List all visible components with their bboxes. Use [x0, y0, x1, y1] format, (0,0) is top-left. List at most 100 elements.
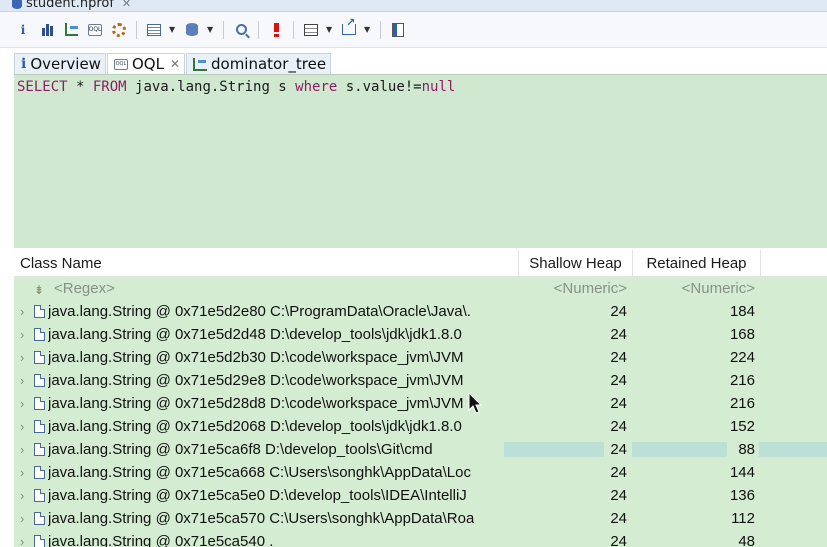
table-row[interactable]: › java.lang.String @ 0x71e5d28d8 D:\code\… [14, 392, 827, 415]
object-label: java.lang.String @ 0x71e5d2e80 C:\Progra… [48, 303, 471, 320]
filter-icon: ⇟ [34, 282, 45, 297]
export-icon[interactable] [340, 16, 358, 39]
toolbar-separator [293, 20, 294, 39]
object-icon [34, 351, 45, 364]
shallow-heap-cell: 24 [610, 349, 627, 366]
object-label: java.lang.String @ 0x71e5d29e8 D:\code\w… [48, 372, 464, 389]
object-icon [34, 535, 45, 547]
close-icon[interactable]: ✕ [170, 57, 180, 71]
retained-heap-cell: 48 [738, 533, 755, 547]
class-name-filter[interactable]: ⇟ <Regex> [14, 277, 519, 300]
dominator-tree-icon[interactable] [62, 21, 80, 39]
expand-chevron-icon[interactable]: › [20, 511, 34, 526]
table-row[interactable]: › java.lang.String @ 0x71e5d2b30 D:\code\… [14, 346, 827, 369]
info-icon[interactable]: i [14, 21, 32, 39]
expand-chevron-icon[interactable]: › [20, 442, 34, 457]
gear-icon[interactable] [110, 21, 128, 39]
oql-icon[interactable]: OQL [86, 21, 104, 39]
toolbar: i OQL ▼ ▼ ▼ ▼ [0, 12, 827, 48]
selection-highlight [504, 442, 604, 457]
query-keyword-from: FROM [92, 79, 127, 95]
expand-chevron-icon[interactable]: › [20, 327, 34, 342]
table-header: Class Name Shallow Heap Retained Heap [14, 250, 827, 277]
expand-chevron-icon[interactable]: › [20, 465, 34, 480]
object-icon [34, 374, 45, 387]
table-row[interactable]: › java.lang.String @ 0x71e5ca540 . 24 48 [14, 530, 827, 547]
retained-heap-cell: 184 [729, 303, 755, 320]
table-row[interactable]: › java.lang.String @ 0x71e5d2068 D:\devel… [14, 415, 827, 438]
object-icon [34, 512, 45, 525]
expand-chevron-icon[interactable]: › [20, 304, 34, 319]
shallow-heap-cell: 24 [610, 303, 627, 320]
object-icon [34, 489, 45, 502]
tab-oql[interactable]: OQL OQL ✕ [106, 53, 185, 74]
object-label: java.lang.String @ 0x71e5d28d8 D:\code\w… [48, 395, 464, 412]
regex-filter-text: <Regex> [54, 280, 115, 297]
expand-chevron-icon[interactable]: › [20, 396, 34, 411]
retained-heap-cell: 216 [729, 395, 755, 412]
table-row[interactable]: › java.lang.String @ 0x71e5d2e80 C:\Progr… [14, 300, 827, 323]
class-name-cell: › java.lang.String @ 0x71e5d2b30 D:\code\… [14, 346, 519, 369]
object-label: java.lang.String @ 0x71e5d2d48 D:\develo… [48, 326, 462, 343]
chevron-down-icon[interactable]: ▼ [364, 25, 372, 34]
chevron-down-icon[interactable]: ▼ [169, 25, 177, 34]
dominator-tree-icon [193, 57, 207, 71]
query-keyword-select: SELECT [17, 79, 68, 95]
oql-query-editor[interactable]: SELECT * FROM java.lang.String s where s… [14, 74, 827, 248]
search-icon[interactable] [232, 21, 250, 39]
editor-tab-strip: student.hprof ✕ [0, 0, 827, 12]
expand-chevron-icon[interactable]: › [20, 419, 34, 434]
info-icon: i [21, 56, 27, 72]
column-header-retained-heap[interactable]: Retained Heap [633, 250, 761, 276]
expand-chevron-icon[interactable]: › [20, 534, 34, 547]
column-header-class-name[interactable]: Class Name [14, 250, 519, 276]
table-row[interactable]: › java.lang.String @ 0x71e5ca6f8 D:\devel… [14, 438, 827, 461]
table-row[interactable]: › java.lang.String @ 0x71e5ca668 C:\Users… [14, 461, 827, 484]
class-name-cell: › java.lang.String @ 0x71e5d28d8 D:\code\… [14, 392, 519, 415]
list-icon[interactable] [145, 21, 163, 39]
object-label: java.lang.String @ 0x71e5ca668 C:\Users\… [48, 464, 471, 481]
expand-chevron-icon[interactable]: › [20, 350, 34, 365]
class-name-cell: › java.lang.String @ 0x71e5ca540 . [14, 530, 519, 547]
object-label: java.lang.String @ 0x71e5ca570 C:\Users\… [48, 510, 475, 527]
query-keyword-null: null [421, 79, 456, 95]
shallow-heap-filter[interactable]: <Numeric> [519, 277, 633, 300]
object-label: java.lang.String @ 0x71e5d2068 D:\develo… [48, 418, 462, 435]
close-icon[interactable]: ✕ [122, 0, 131, 10]
toolbar-separator [136, 20, 137, 39]
expand-chevron-icon[interactable]: › [20, 373, 34, 388]
editor-tab-student-hprof[interactable]: student.hprof ✕ [12, 0, 131, 11]
view-tabs: i Overview OQL OQL ✕ dominator_tree [14, 53, 332, 74]
tab-dominator-tree[interactable]: dominator_tree [186, 53, 332, 74]
object-icon [34, 466, 45, 479]
column-header-shallow-heap[interactable]: Shallow Heap [519, 250, 633, 276]
editor-tab-title: student.hprof [26, 0, 114, 11]
selection-highlight [632, 442, 727, 457]
expand-chevron-icon[interactable]: › [20, 488, 34, 503]
query-keyword-where: where [295, 79, 338, 95]
calculator-icon[interactable] [389, 21, 407, 39]
selection-highlight [759, 442, 827, 457]
object-icon [34, 328, 45, 341]
retained-heap-filter[interactable]: <Numeric> [633, 277, 761, 300]
database-icon[interactable] [183, 21, 201, 39]
chevron-down-icon[interactable]: ▼ [326, 25, 334, 34]
tab-overview[interactable]: i Overview [14, 53, 106, 74]
table-row[interactable]: › java.lang.String @ 0x71e5ca570 C:\Users… [14, 507, 827, 530]
retained-heap-cell: 224 [729, 349, 755, 366]
chevron-down-icon[interactable]: ▼ [207, 25, 215, 34]
table-row[interactable]: › java.lang.String @ 0x71e5d29e8 D:\code\… [14, 369, 827, 392]
shallow-heap-cell: 24 [610, 372, 627, 389]
query-star: * [67, 79, 93, 95]
table-row[interactable]: › java.lang.String @ 0x71e5ca5e0 D:\devel… [14, 484, 827, 507]
warning-icon[interactable] [267, 21, 285, 39]
shallow-heap-cell: 24 [610, 418, 627, 435]
retained-heap-cell: 152 [729, 418, 755, 435]
table-row[interactable]: › java.lang.String @ 0x71e5d2d48 D:\devel… [14, 323, 827, 346]
shallow-heap-cell: 24 [610, 510, 627, 527]
grid-icon[interactable] [302, 21, 320, 39]
column-header-empty [761, 250, 827, 276]
class-name-cell: › java.lang.String @ 0x71e5ca5e0 D:\devel… [14, 484, 519, 507]
histogram-icon[interactable] [38, 21, 56, 39]
query-condition: s.value!= [337, 79, 422, 95]
